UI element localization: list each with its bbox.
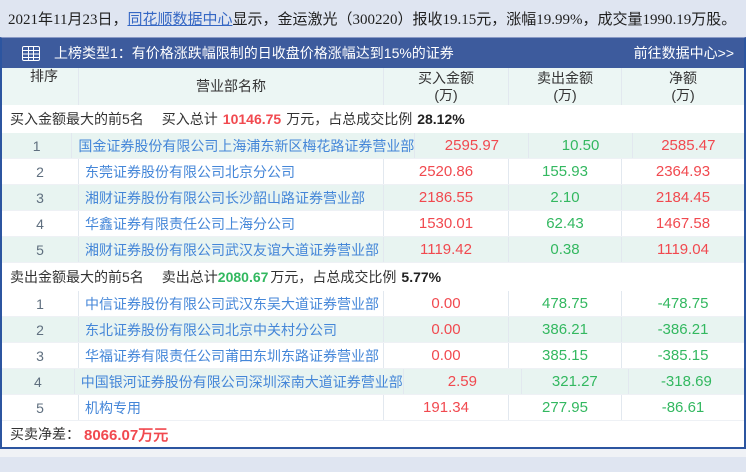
net-amount-cell: 2364.93 — [621, 159, 744, 184]
rank-cell: 4 — [2, 369, 74, 394]
buy-total-value: 10146.75 — [223, 111, 281, 127]
buy-rows-group: 1 国金证券股份有限公司上海浦东新区梅花路证券营业部 2595.97 10.50… — [2, 133, 744, 263]
broker-name-link[interactable]: 中信证券股份有限公司武汉东吴大道证券营业部 — [85, 294, 379, 314]
col-header-sell-amount: 卖出金额(万) — [508, 68, 621, 105]
col-header-net-amount: 净额(万) — [621, 68, 744, 105]
buy-amount-cell: 2186.55 — [383, 185, 508, 210]
col-header-broker-name: 营业部名称 — [78, 68, 383, 105]
sell-amount-cell: 10.50 — [528, 133, 631, 158]
net-amount-cell: -318.69 — [628, 369, 744, 394]
sell-total-suffix: 万元，占总成交比例 — [270, 267, 396, 287]
net-difference: 买卖净差： 8066.07万元 — [2, 421, 744, 447]
broker-name-link[interactable]: 华福证券有限责任公司莆田东圳东路证券营业部 — [85, 346, 379, 366]
table-row: 3 湘财证券股份有限公司长沙韶山路证券营业部 2186.55 2.10 2184… — [2, 185, 744, 211]
table-row: 5 机构专用 191.34 277.95 -86.61 — [2, 395, 744, 421]
net-amount-cell: -478.75 — [621, 291, 744, 316]
buy-amount-cell: 0.00 — [383, 291, 508, 316]
sell-amount-cell: 2.10 — [508, 185, 621, 210]
table-row: 3 华福证券有限责任公司莆田东圳东路证券营业部 0.00 385.15 -385… — [2, 343, 744, 369]
buy-section-summary: 买入金额最大的前5名 买入总计 10146.75 万元，占总成交比例 28.12… — [2, 105, 744, 133]
table-row: 1 国金证券股份有限公司上海浦东新区梅花路证券营业部 2595.97 10.50… — [2, 133, 744, 159]
sell-rows-group: 1 中信证券股份有限公司武汉东吴大道证券营业部 0.00 478.75 -478… — [2, 291, 744, 421]
sell-amount-cell: 62.43 — [508, 211, 621, 236]
broker-name-link[interactable]: 东北证券股份有限公司北京中关村分公司 — [85, 320, 337, 340]
buy-total-label: 买入总计 — [162, 109, 218, 129]
rank-cell: 3 — [2, 185, 78, 210]
rank-cell: 3 — [2, 343, 78, 368]
sell-amount-cell: 155.93 — [508, 159, 621, 184]
buy-section-label: 买入金额最大的前5名 — [10, 109, 144, 129]
buy-ratio-value: 28.12% — [417, 111, 464, 127]
goto-data-center-link[interactable]: 前往数据中心>> — [634, 43, 734, 63]
net-difference-label: 买卖净差： — [10, 424, 80, 444]
col-header-buy-amount: 买入金额(万) — [383, 68, 508, 105]
intro-date: 2021年11月23日， — [8, 12, 127, 28]
sell-amount-cell: 277.95 — [508, 395, 621, 420]
broker-name-link[interactable]: 东莞证券股份有限公司北京分公司 — [85, 162, 295, 182]
table-column-header: 排序 营业部名称 买入金额(万) 卖出金额(万) 净额(万) — [2, 68, 744, 105]
sell-amount-cell: 321.27 — [521, 369, 628, 394]
net-amount-cell: -385.15 — [621, 343, 744, 368]
table-row: 4 华鑫证券有限责任公司上海分公司 1530.01 62.43 1467.58 — [2, 211, 744, 237]
rank-cell: 5 — [2, 237, 78, 262]
broker-name-link[interactable]: 国金证券股份有限公司上海浦东新区梅花路证券营业部 — [78, 136, 414, 156]
buy-amount-cell: 1119.42 — [383, 237, 508, 262]
net-difference-value: 8066.07万元 — [84, 424, 168, 445]
col-header-rank: 排序 — [2, 68, 78, 105]
sell-total-label: 卖出总计 — [162, 267, 218, 287]
table-row: 1 中信证券股份有限公司武汉东吴大道证券营业部 0.00 478.75 -478… — [2, 291, 744, 317]
rank-cell: 5 — [2, 395, 78, 420]
rank-cell: 1 — [2, 291, 78, 316]
rank-cell: 4 — [2, 211, 78, 236]
buy-amount-cell: 0.00 — [383, 343, 508, 368]
sell-amount-cell: 386.21 — [508, 317, 621, 342]
buy-amount-cell: 1530.01 — [383, 211, 508, 236]
sell-amount-cell: 0.38 — [508, 237, 621, 262]
ths-data-center-link[interactable]: 同花顺数据中心 — [127, 12, 232, 28]
sell-total-value: 2080.67 — [218, 269, 269, 285]
intro-text: 2021年11月23日，同花顺数据中心显示，金运激光（300220）报收19.1… — [0, 0, 746, 36]
buy-amount-cell: 0.00 — [383, 317, 508, 342]
rank-cell: 2 — [2, 317, 78, 342]
panel-header: 上榜类型1：有价格涨跌幅限制的日收盘价格涨幅达到15%的证券 前往数据中心>> — [2, 38, 744, 68]
net-amount-cell: -386.21 — [621, 317, 744, 342]
net-amount-cell: 1467.58 — [621, 211, 744, 236]
intro-rest: 显示，金运激光（300220）报收19.15元，涨幅19.99%，成交量1990… — [232, 12, 736, 28]
net-amount-cell: -86.61 — [621, 395, 744, 420]
net-amount-cell: 2585.47 — [632, 133, 744, 158]
buy-amount-cell: 2520.86 — [383, 159, 508, 184]
page-bottom-strip — [0, 449, 746, 457]
table-row: 4 中国银河证券股份有限公司深圳深南大道证券营业部 2.59 321.27 -3… — [2, 369, 744, 395]
sell-section-label: 卖出金额最大的前5名 — [10, 267, 144, 287]
buy-amount-cell: 191.34 — [383, 395, 508, 420]
buy-total-suffix: 万元，占总成交比例 — [286, 109, 412, 129]
buy-amount-cell: 2595.97 — [414, 133, 528, 158]
buy-amount-cell: 2.59 — [403, 369, 521, 394]
table-row: 5 湘财证券股份有限公司武汉友谊大道证券营业部 1119.42 0.38 111… — [2, 237, 744, 263]
sell-section-summary: 卖出金额最大的前5名 卖出总计 2080.67 万元，占总成交比例 5.77% — [2, 263, 744, 291]
broker-name-link[interactable]: 湘财证券股份有限公司武汉友谊大道证券营业部 — [85, 240, 379, 260]
sell-amount-cell: 478.75 — [508, 291, 621, 316]
rank-cell: 1 — [2, 133, 71, 158]
sell-amount-cell: 385.15 — [508, 343, 621, 368]
panel-title: 上榜类型1：有价格涨跌幅限制的日收盘价格涨幅达到15%的证券 — [54, 43, 634, 63]
table-row: 2 东北证券股份有限公司北京中关村分公司 0.00 386.21 -386.21 — [2, 317, 744, 343]
net-amount-cell: 1119.04 — [621, 237, 744, 262]
table-grid-icon — [22, 46, 40, 61]
sell-ratio-value: 5.77% — [401, 269, 441, 285]
broker-name-link[interactable]: 湘财证券股份有限公司长沙韶山路证券营业部 — [85, 188, 365, 208]
broker-name-link[interactable]: 华鑫证券有限责任公司上海分公司 — [85, 214, 295, 234]
rank-cell: 2 — [2, 159, 78, 184]
broker-name-link[interactable]: 机构专用 — [85, 398, 141, 418]
listing-panel: 上榜类型1：有价格涨跌幅限制的日收盘价格涨幅达到15%的证券 前往数据中心>> … — [0, 37, 746, 449]
net-amount-cell: 2184.45 — [621, 185, 744, 210]
broker-name-link[interactable]: 中国银河证券股份有限公司深圳深南大道证券营业部 — [81, 372, 403, 392]
table-row: 2 东莞证券股份有限公司北京分公司 2520.86 155.93 2364.93 — [2, 159, 744, 185]
